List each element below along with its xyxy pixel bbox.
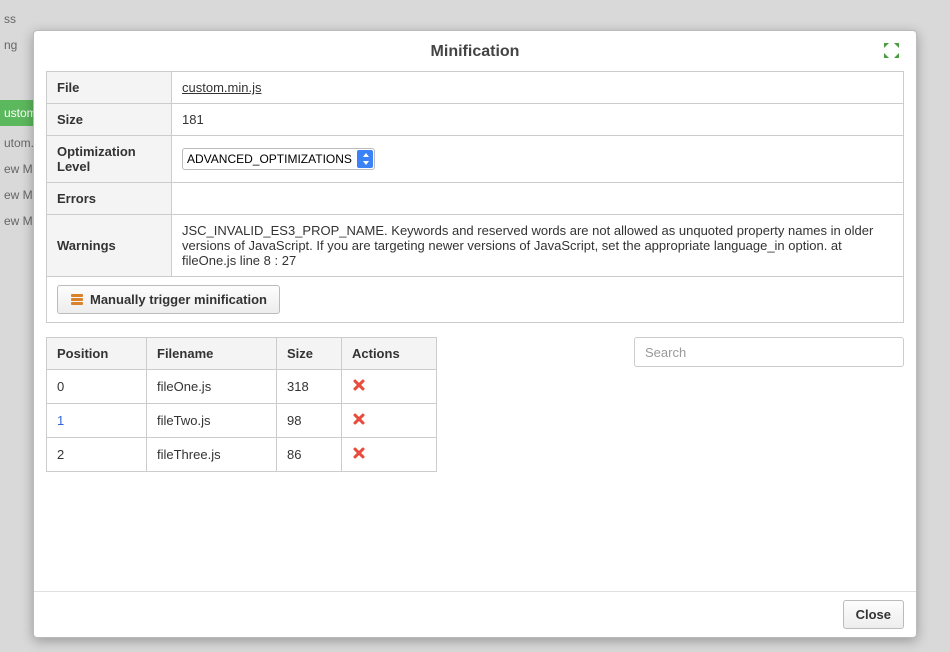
info-value-warnings: JSC_INVALID_ES3_PROP_NAME. Keywords and … — [172, 215, 904, 277]
stack-icon — [70, 293, 84, 307]
table-row: 2 fileThree.js 86 — [47, 438, 437, 472]
modal-title: Minification — [431, 43, 520, 60]
bg-text: ng — [0, 32, 21, 58]
files-header-position: Position — [47, 338, 147, 370]
delete-icon[interactable] — [352, 378, 366, 392]
close-button-label: Close — [856, 607, 891, 622]
files-table: Position Filename Size Actions 0 fileOne… — [46, 337, 437, 472]
info-value-size: 181 — [172, 104, 904, 136]
close-button[interactable]: Close — [843, 600, 904, 629]
cell-size: 98 — [277, 404, 342, 438]
delete-icon[interactable] — [352, 412, 366, 426]
bg-text: ss — [0, 6, 20, 32]
modal-header: Minification — [34, 31, 916, 71]
position-link[interactable]: 1 — [57, 413, 64, 428]
modal-body: File custom.min.js Size 181 Optimization… — [34, 71, 916, 591]
info-value-optimization: ADVANCED_OPTIMIZATIONS — [172, 136, 904, 183]
files-header-size: Size — [277, 338, 342, 370]
info-label-errors: Errors — [47, 183, 172, 215]
delete-icon[interactable] — [352, 446, 366, 460]
bg-text: ew M — [0, 182, 37, 208]
files-header-filename: Filename — [147, 338, 277, 370]
lower-left: Position Filename Size Actions 0 fileOne… — [46, 337, 437, 472]
cell-position: 1 — [47, 404, 147, 438]
info-value-errors — [172, 183, 904, 215]
info-label-file: File — [47, 72, 172, 104]
optimization-select-wrap[interactable]: ADVANCED_OPTIMIZATIONS — [182, 148, 375, 170]
cell-size: 86 — [277, 438, 342, 472]
table-row: 0 fileOne.js 318 — [47, 370, 437, 404]
info-value-file: custom.min.js — [172, 72, 904, 104]
cell-position: 2 — [47, 438, 147, 472]
cell-filename: fileOne.js — [147, 370, 277, 404]
info-table: File custom.min.js Size 181 Optimization… — [46, 71, 904, 323]
file-link[interactable]: custom.min.js — [182, 80, 261, 95]
bg-text: ew M — [0, 208, 37, 234]
bg-text: ew M — [0, 156, 37, 182]
cell-size: 318 — [277, 370, 342, 404]
info-label-optimization: Optimization Level — [47, 136, 172, 183]
trigger-minification-label: Manually trigger minification — [90, 292, 267, 307]
lower-right — [457, 337, 904, 367]
cell-filename: fileThree.js — [147, 438, 277, 472]
cell-position: 0 — [47, 370, 147, 404]
optimization-select[interactable]: ADVANCED_OPTIMIZATIONS — [182, 148, 375, 170]
info-label-size: Size — [47, 104, 172, 136]
files-header-actions: Actions — [342, 338, 437, 370]
table-row: 1 fileTwo.js 98 — [47, 404, 437, 438]
search-input[interactable] — [634, 337, 904, 367]
cell-actions — [342, 438, 437, 472]
fullscreen-icon[interactable] — [884, 43, 902, 61]
cell-filename: fileTwo.js — [147, 404, 277, 438]
minification-modal: Minification File custom.min.js Size 181… — [33, 30, 917, 638]
lower-area: Position Filename Size Actions 0 fileOne… — [46, 337, 904, 472]
modal-footer: Close — [34, 591, 916, 637]
trigger-minification-button[interactable]: Manually trigger minification — [57, 285, 280, 314]
cell-actions — [342, 370, 437, 404]
info-label-warnings: Warnings — [47, 215, 172, 277]
info-action-cell: Manually trigger minification — [47, 277, 904, 323]
cell-actions — [342, 404, 437, 438]
